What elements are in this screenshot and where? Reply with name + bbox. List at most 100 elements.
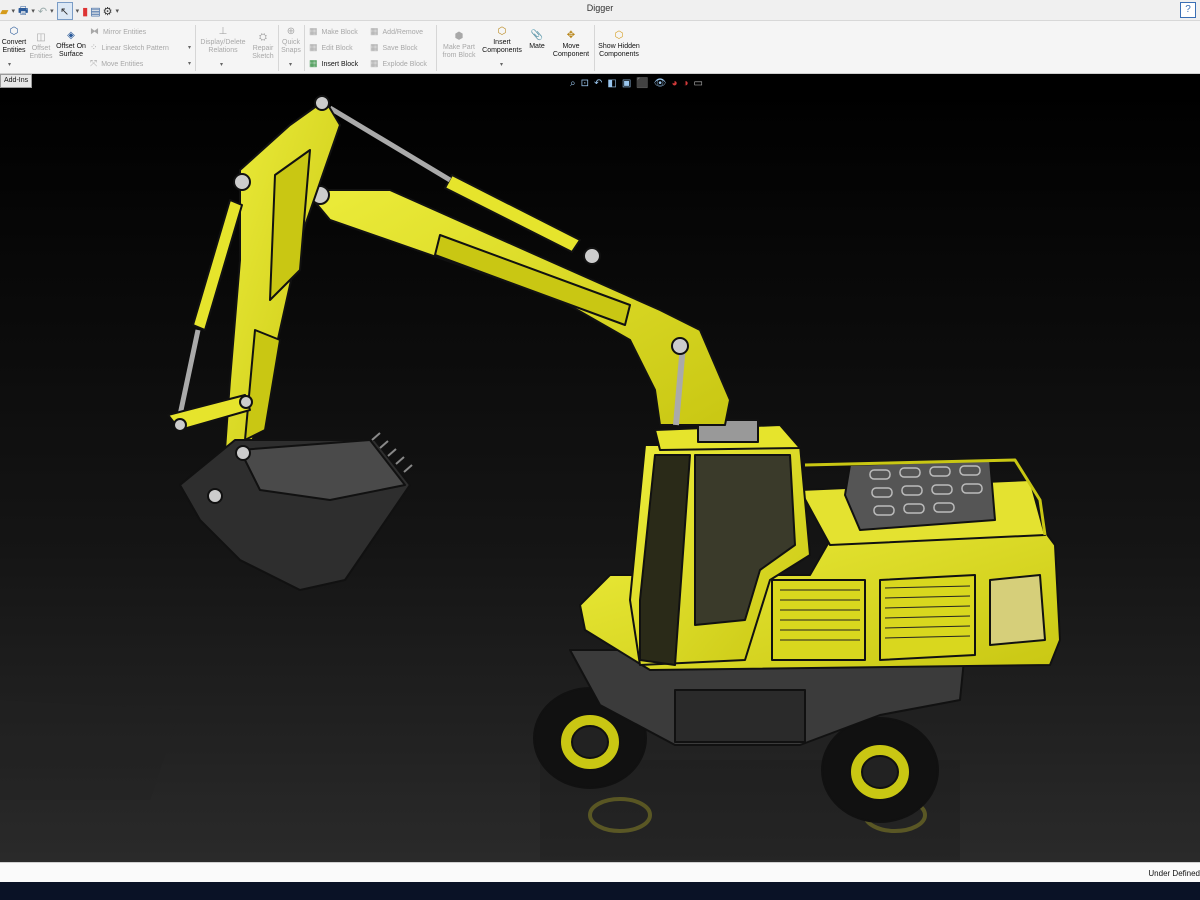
hide-show-icon[interactable]: 👁	[654, 78, 667, 89]
os-taskbar	[0, 882, 1200, 900]
insert-block-icon: ▦	[309, 58, 318, 68]
show-hidden-components-button[interactable]: ⬡ Show Hidden Components	[596, 30, 642, 59]
view-settings-icon[interactable]: ▭	[694, 78, 703, 89]
edit-block-label: Edit Block	[321, 45, 353, 52]
display-delete-relations-icon: ⊥	[218, 26, 228, 37]
ribbon-separator	[594, 25, 595, 71]
insert-components-dropdown-icon[interactable]: ▾	[500, 61, 503, 68]
display-delete-relations-dropdown-icon[interactable]: ▾	[220, 61, 223, 68]
title-bar: ▰ ▾ 🖶 ▾ ↶ ▾ ↖ ▾ ▮ ▤ ⚙ ▾ Digger ?	[0, 0, 1200, 21]
mirror-entities-label: Mirror Entities	[103, 29, 147, 36]
add-remove-icon: ▦	[370, 26, 379, 36]
quick-snaps-label: Quick Snaps	[281, 39, 301, 54]
make-part-from-block-icon: ⬢	[454, 31, 464, 42]
ribbon-separator	[195, 25, 196, 71]
boom-foot-pin	[671, 337, 689, 355]
offset-on-surface-icon: ◈	[67, 30, 75, 41]
previous-view-icon[interactable]: ↶	[594, 78, 602, 89]
make-block-icon: ▦	[309, 26, 318, 36]
boom-pin	[583, 247, 601, 265]
show-hidden-components-icon: ⬡	[614, 30, 624, 41]
view-orientation-icon[interactable]: ▣	[622, 78, 631, 89]
zoom-to-area-icon[interactable]: ⊡	[581, 78, 589, 89]
linear-sketch-pattern-icon: ⁘	[90, 42, 98, 52]
move-entities-label: Move Entities	[101, 61, 144, 68]
repair-sketch-label: Repair Sketch	[252, 45, 274, 60]
save-block-label: Save Block	[382, 45, 418, 52]
add-remove-label: Add/Remove	[382, 29, 423, 36]
graphics-viewport[interactable]	[0, 90, 1200, 862]
axle-housing	[674, 689, 806, 743]
offset-entities-button[interactable]: ◫ Offset Entities	[28, 32, 54, 61]
linear-sketch-pattern-dropdown-icon[interactable]: ▾	[188, 44, 191, 51]
mate-button[interactable]: 📎 Mate	[526, 30, 548, 51]
add-remove-button[interactable]: ▦ Add/Remove	[370, 27, 423, 37]
insert-components-button[interactable]: ⬡ Insert Components	[480, 26, 524, 55]
move-component-icon: ✥	[566, 30, 576, 41]
bucket-pin	[235, 445, 251, 461]
insert-components-label: Insert Components	[482, 39, 522, 54]
edit-block-icon: ▦	[309, 42, 318, 52]
convert-entities-dropdown-icon[interactable]: ▾	[8, 61, 11, 68]
offset-on-surface-label: Offset On Surface	[56, 43, 86, 58]
quick-snaps-dropdown-icon[interactable]: ▾	[289, 61, 292, 68]
move-component-button[interactable]: ✥ Move Component	[550, 30, 592, 59]
linkage-pin-2	[239, 395, 253, 409]
linear-sketch-pattern-label: Linear Sketch Pattern	[101, 45, 169, 52]
convert-entities-label: Convert Entities	[1, 39, 27, 54]
tab-addins[interactable]: Add-Ins	[0, 74, 33, 88]
ribbon-separator	[278, 25, 279, 71]
ribbon-separator	[436, 25, 437, 71]
mate-paperclip-icon: 📎	[530, 30, 544, 41]
insert-block-button[interactable]: ▦ Insert Block	[309, 59, 358, 69]
explode-block-label: Explode Block	[382, 61, 427, 68]
move-component-label: Move Component	[552, 43, 590, 58]
arm-pivot-pin	[233, 173, 251, 191]
explode-block-icon: ▦	[370, 58, 379, 68]
ribbon-separator	[304, 25, 305, 71]
zoom-to-fit-icon[interactable]: ⌕	[570, 78, 576, 89]
offset-entities-label: Offset Entities	[29, 45, 53, 60]
offset-on-surface-button[interactable]: ◈ Offset On Surface	[56, 30, 86, 59]
rear-window	[989, 574, 1046, 646]
quick-snaps-button[interactable]: ⊕ Quick Snaps	[280, 26, 302, 55]
command-manager-ribbon: ⬡ Convert Entities ▾ ◫ Offset Entities ◈…	[0, 21, 1200, 74]
document-title: Digger	[586, 3, 614, 13]
status-bar: Under Defined	[0, 862, 1200, 883]
quick-snaps-icon: ⊕	[286, 26, 296, 37]
display-delete-relations-label: Display/Delete Relations	[200, 39, 246, 54]
edit-block-button[interactable]: ▦ Edit Block	[309, 43, 353, 53]
mirror-entities-button[interactable]: ⧓ Mirror Entities	[90, 27, 146, 37]
repair-sketch-button[interactable]: ⛭ Repair Sketch	[250, 32, 276, 61]
bucket-pin-2	[207, 488, 223, 504]
help-button[interactable]: ?	[1180, 2, 1196, 18]
apply-scene-icon[interactable]: ◑	[683, 78, 689, 89]
move-entities-icon: ⤧	[90, 58, 98, 68]
arm-top-pin	[314, 95, 330, 111]
heads-up-view-toolbar: ⌕ ⊡ ↶ ◧ ▣ ⬛ 👁 ◕ ◑ ▭	[570, 76, 708, 90]
display-delete-relations-button[interactable]: ⊥ Display/Delete Relations	[198, 26, 248, 55]
make-block-button[interactable]: ▦ Make Block	[309, 27, 358, 37]
make-block-label: Make Block	[321, 29, 358, 36]
offset-entities-icon: ◫	[36, 32, 46, 43]
display-style-icon[interactable]: ⬛	[636, 78, 648, 89]
save-block-icon: ▦	[370, 42, 379, 52]
sketch-status-text: Under Defined	[1148, 869, 1200, 878]
move-entities-dropdown-icon[interactable]: ▾	[188, 60, 191, 67]
insert-components-icon: ⬡	[497, 26, 507, 37]
move-entities-button[interactable]: ⤧ Move Entities	[90, 59, 143, 69]
mirror-entities-icon: ⧓	[90, 26, 99, 36]
front-wheel	[821, 717, 939, 823]
make-part-from-block-button[interactable]: ⬢ Make Part from Block	[438, 31, 480, 60]
save-block-button[interactable]: ▦ Save Block	[370, 43, 418, 53]
make-part-from-block-label: Make Part from Block	[442, 44, 476, 59]
edit-appearance-icon[interactable]: ◕	[671, 78, 677, 89]
show-hidden-components-label: Show Hidden Components	[598, 43, 640, 58]
linear-sketch-pattern-button[interactable]: ⁘ Linear Sketch Pattern	[90, 43, 169, 53]
repair-sketch-icon: ⛭	[259, 32, 267, 43]
linkage-pin	[173, 418, 187, 432]
mate-label: Mate	[529, 43, 545, 50]
section-view-icon[interactable]: ◧	[607, 78, 616, 89]
explode-block-button[interactable]: ▦ Explode Block	[370, 59, 427, 69]
insert-block-label: Insert Block	[321, 61, 359, 68]
